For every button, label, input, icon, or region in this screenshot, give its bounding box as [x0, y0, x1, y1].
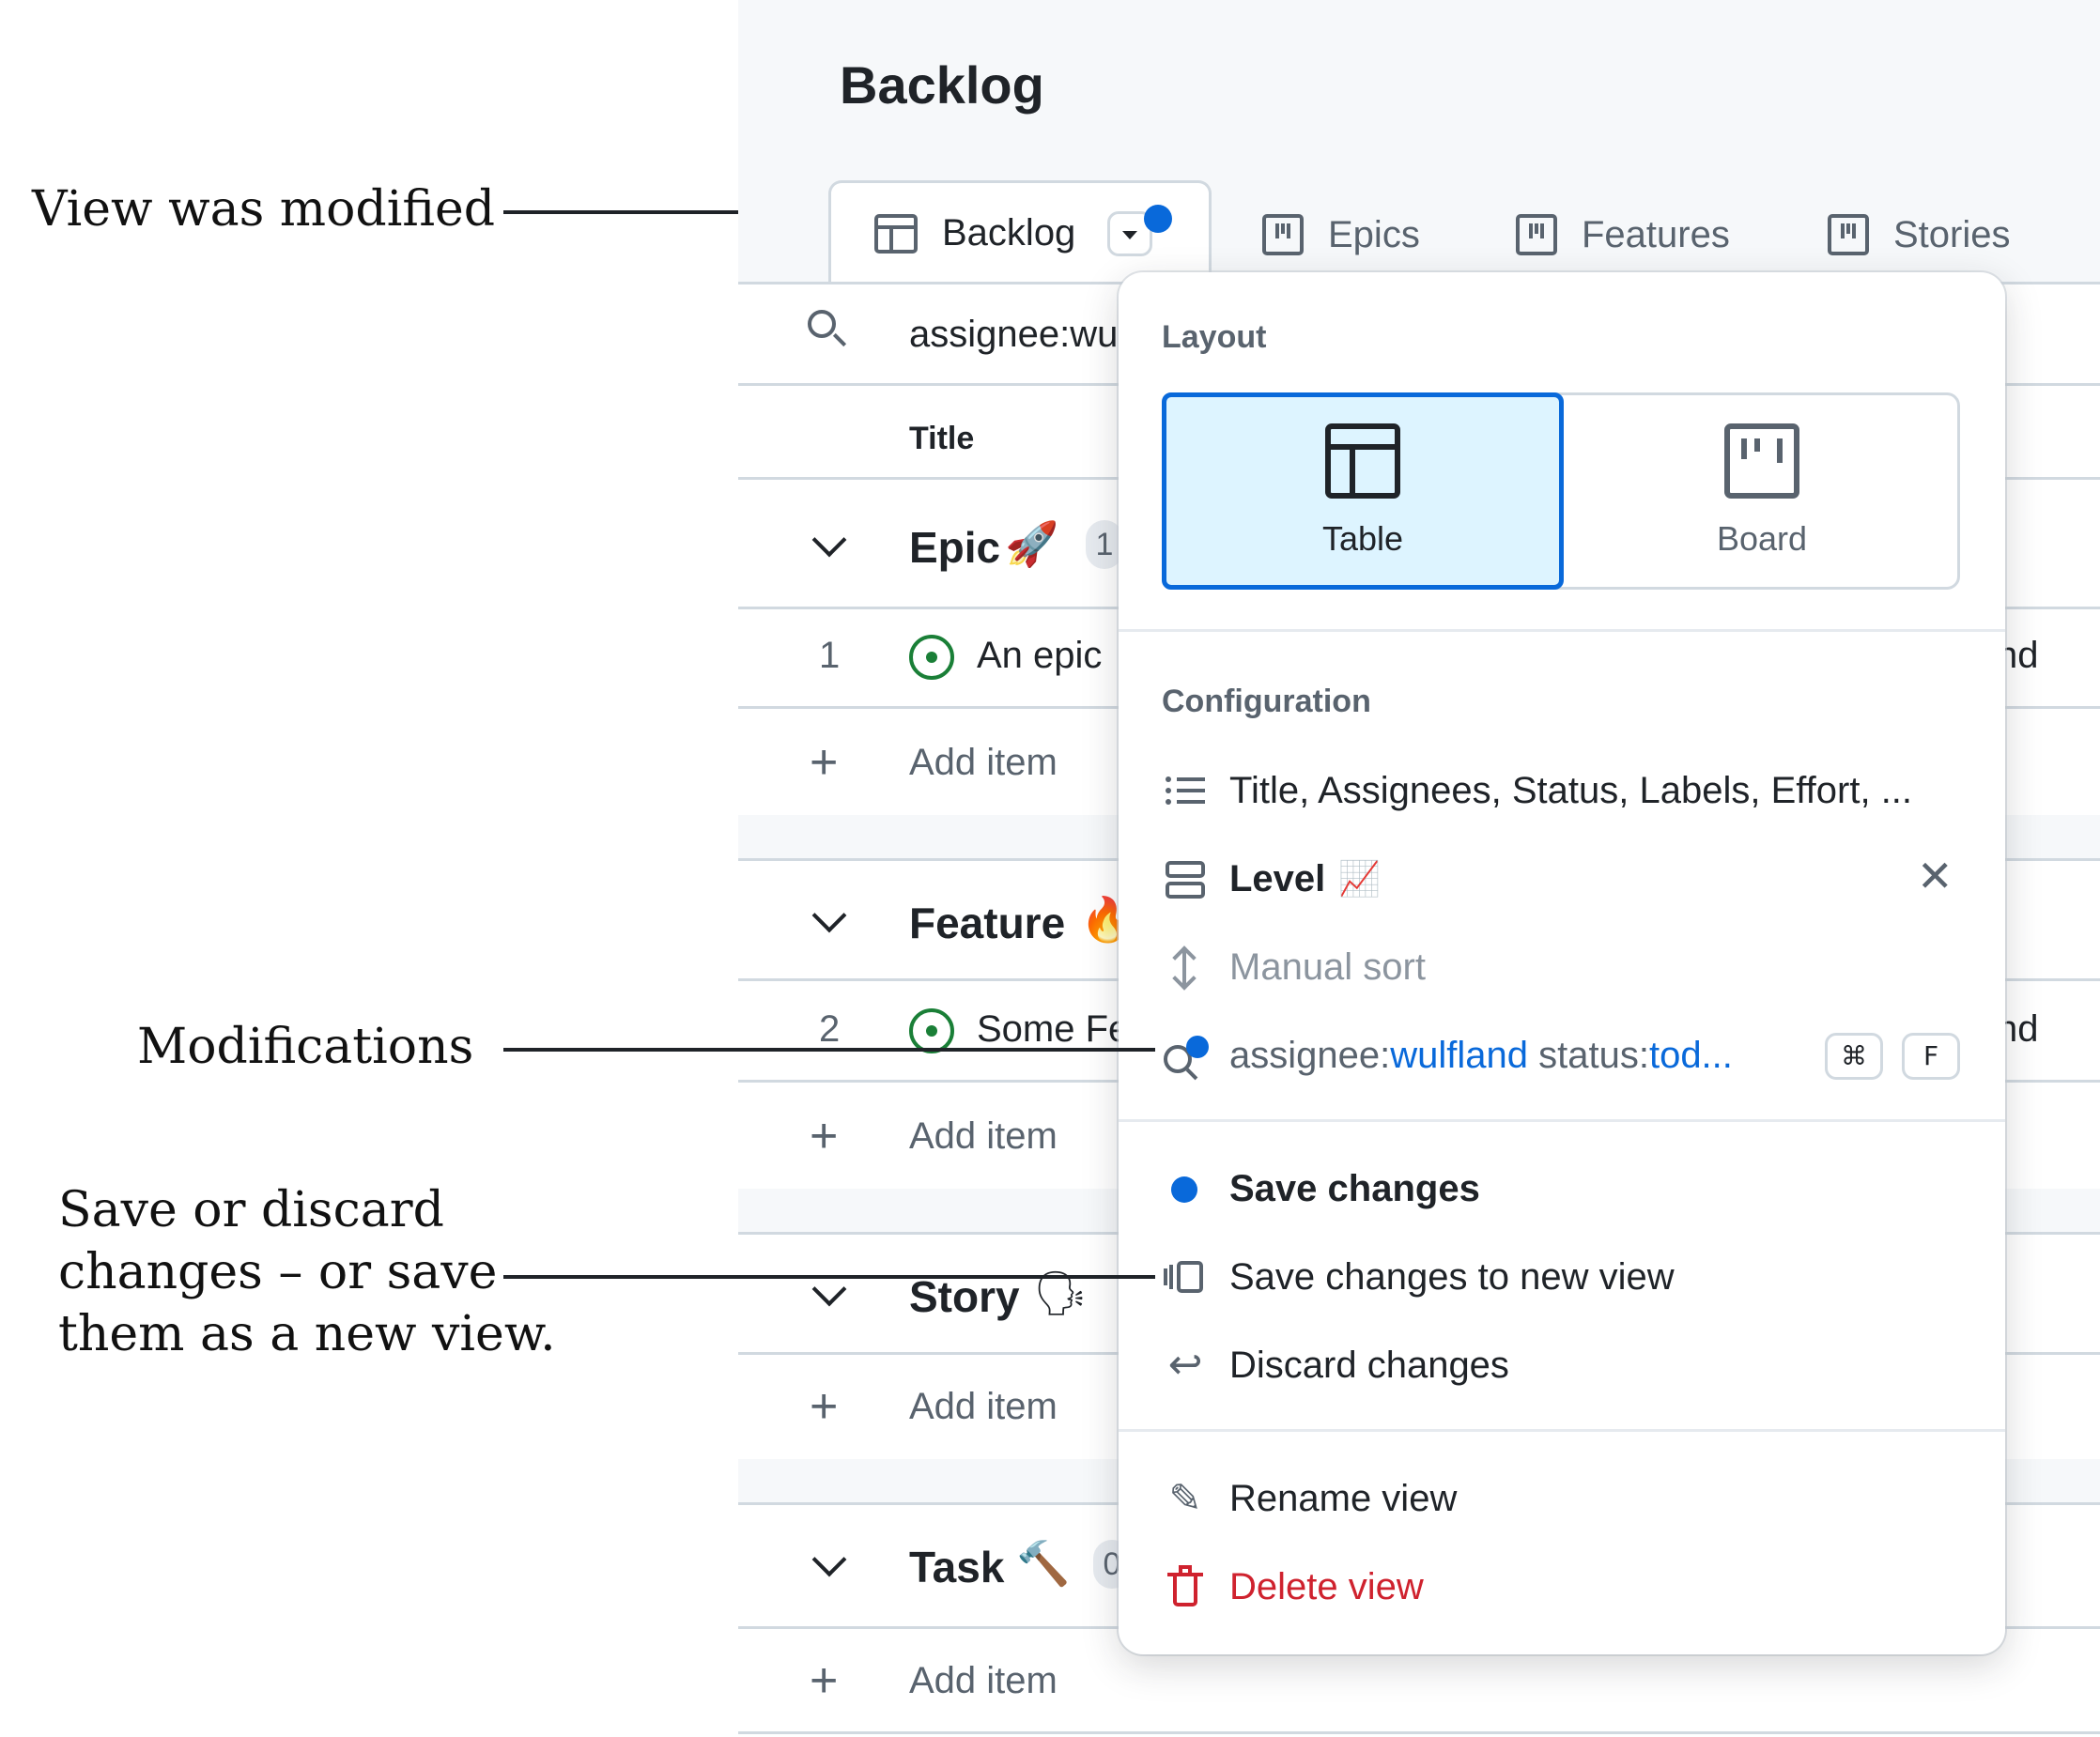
page-title: Backlog [840, 55, 1044, 115]
save-changes-label: Save changes [1229, 1167, 1480, 1209]
menu-divider [1119, 629, 2005, 632]
divider [738, 1731, 2100, 1734]
plus-icon[interactable]: + [810, 1382, 838, 1431]
plus-icon[interactable]: + [810, 1112, 838, 1161]
tab-stories-label: Stories [1893, 213, 2011, 255]
add-item-button[interactable]: Add item [909, 1115, 1058, 1158]
layout-option-table[interactable]: Table [1162, 392, 1564, 590]
add-item-button[interactable]: Add item [909, 742, 1058, 784]
view-modified-indicator [1144, 205, 1172, 233]
plus-icon[interactable]: + [810, 1656, 838, 1705]
layout-section-label: Layout [1162, 319, 1267, 355]
discard-changes-label: Discard changes [1229, 1344, 1509, 1386]
filter-value-assignee: wulfland [1390, 1034, 1528, 1076]
tab-features[interactable]: Features [1516, 188, 1730, 282]
group-title-epic: Epic [909, 523, 1001, 572]
board-icon [1516, 214, 1557, 255]
annotation-save-discard-line2: changes – or save [58, 1244, 498, 1300]
annotation-view-modified: View was modified [32, 181, 496, 238]
open-issue-icon [909, 635, 954, 680]
annotation-leader-modifications [503, 1048, 1155, 1052]
table-icon [874, 213, 918, 254]
rocket-icon: 🚀 [1005, 518, 1059, 569]
chevron-down-icon[interactable] [811, 898, 847, 933]
delete-view-label: Delete view [1229, 1565, 1424, 1607]
fields-value: Title, Assignees, Status, Labels, Effort… [1229, 769, 1913, 811]
group-title-task: Task [909, 1543, 1005, 1591]
add-item-button[interactable]: Add item [909, 1660, 1058, 1702]
hammer-icon: 🔨 [1016, 1538, 1071, 1589]
table-icon [1325, 423, 1400, 499]
annotation-save-discard-line3: them as a new view. [58, 1306, 556, 1362]
shortcut-key-cmd: ⌘ [1825, 1033, 1883, 1080]
trash-icon [1162, 1563, 1209, 1610]
layout-option-board[interactable]: Board [1564, 395, 1960, 587]
delete-view-button[interactable]: Delete view [1162, 1559, 1969, 1615]
tab-backlog-label: Backlog [942, 212, 1076, 254]
sort-value: Manual sort [1229, 945, 1426, 988]
save-to-new-view-button[interactable]: Save changes to new view [1162, 1249, 1969, 1305]
tab-epics[interactable]: Epics [1262, 188, 1420, 282]
board-icon [1262, 214, 1304, 255]
chart-increasing-icon: 📈 [1338, 860, 1382, 899]
board-icon [1828, 214, 1869, 255]
rename-view-button[interactable]: ✎ Rename view [1162, 1470, 1969, 1527]
unsaved-dot-icon [1162, 1165, 1209, 1212]
tab-epics-label: Epics [1328, 213, 1420, 255]
view-options-menu: Layout Table Board Configuration Title, … [1119, 272, 2005, 1654]
menu-item-sort[interactable]: Manual sort [1162, 939, 1969, 995]
group-title-feature: Feature [909, 899, 1066, 947]
row-title[interactable]: An epic [977, 635, 1102, 677]
menu-divider [1119, 1429, 2005, 1432]
configuration-section-label: Configuration [1162, 684, 1371, 719]
annotation-leader-save-discard [503, 1275, 1155, 1279]
filter-input[interactable]: assignee:wu [909, 314, 1118, 356]
open-issue-icon [909, 1008, 954, 1053]
list-icon [1162, 767, 1209, 814]
remove-group-by-close-icon[interactable]: ✕ [1917, 851, 1953, 901]
filter-modified-dot [1186, 1036, 1209, 1058]
chevron-down-icon[interactable] [811, 1542, 847, 1577]
layout-option-board-label: Board [1716, 519, 1808, 558]
tab-features-label: Features [1582, 213, 1730, 255]
group-by-value: Level [1229, 857, 1326, 899]
row-title[interactable]: Some Fe [977, 1008, 1129, 1051]
layout-option-table-label: Table [1321, 519, 1404, 558]
menu-item-fields[interactable]: Title, Assignees, Status, Labels, Effort… [1162, 762, 1969, 819]
save-changes-button[interactable]: Save changes [1162, 1161, 1969, 1217]
annotation-save-discard-line1: Save or discard [58, 1182, 444, 1238]
save-to-new-view-label: Save changes to new view [1229, 1255, 1675, 1298]
group-by-icon [1162, 855, 1209, 902]
chevron-down-icon[interactable] [811, 522, 847, 558]
row-number: 1 [819, 635, 841, 676]
filter-search-icon [1162, 1032, 1209, 1081]
group-count-badge: 1 [1086, 520, 1123, 569]
plus-icon[interactable]: + [810, 738, 838, 787]
rename-view-label: Rename view [1229, 1477, 1458, 1519]
pencil-icon: ✎ [1168, 1475, 1202, 1521]
board-icon [1724, 423, 1799, 499]
annotation-modifications: Modifications [137, 1019, 474, 1075]
duplicate-view-icon [1162, 1253, 1209, 1300]
tab-stories[interactable]: Stories [1828, 188, 2011, 282]
menu-divider [1119, 1119, 2005, 1122]
row-number: 2 [819, 1008, 841, 1050]
shortcut-key-f: F [1902, 1033, 1960, 1080]
search-icon [808, 310, 836, 338]
sort-arrows-icon [1162, 944, 1209, 991]
undo-arrow-icon: ↩ [1167, 1341, 1203, 1389]
discard-changes-button[interactable]: ↩ Discard changes [1162, 1337, 1969, 1393]
filter-key-assignee: assignee: [1229, 1034, 1391, 1076]
filter-value-status: tod... [1648, 1034, 1733, 1076]
menu-item-group-by[interactable]: Level 📈 [1162, 851, 1969, 907]
column-header-title[interactable]: Title [909, 421, 974, 457]
layout-switcher: Table Board [1162, 392, 1960, 590]
group-title-story: Story [909, 1272, 1020, 1321]
filter-key-status: status: [1528, 1034, 1649, 1076]
add-item-button[interactable]: Add item [909, 1386, 1058, 1428]
